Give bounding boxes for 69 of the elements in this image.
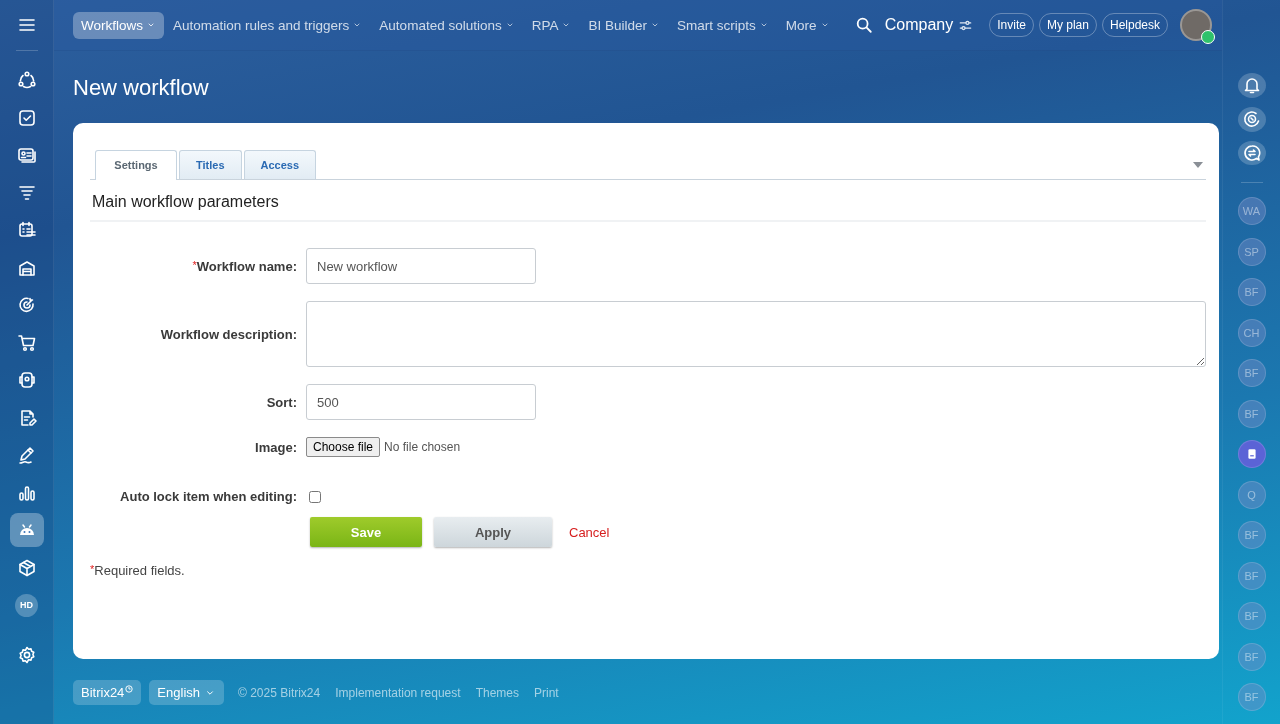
chat-avatar[interactable]: BF [1237, 400, 1266, 428]
language-select[interactable]: English [149, 680, 224, 705]
chat-avatar[interactable]: BF [1237, 521, 1266, 550]
chat-avatar[interactable]: BF [1237, 643, 1266, 671]
chat-avatar[interactable] [1237, 440, 1266, 469]
search-icon[interactable] [854, 16, 873, 34]
target-icon [16, 295, 37, 315]
sidebar-button[interactable]: HD [9, 588, 44, 622]
user-initials-avatar: HD [15, 593, 38, 617]
footer-link[interactable]: Print [534, 685, 559, 700]
cart-icon [16, 332, 37, 353]
nav-tab[interactable]: Automated solutions [371, 11, 523, 39]
nav-tab[interactable]: RPA [523, 11, 580, 39]
footer-link[interactable]: Themes [475, 685, 519, 700]
save-button[interactable]: Save [310, 517, 422, 547]
chat-avatar[interactable]: BF [1237, 683, 1266, 712]
checkbox[interactable] [309, 490, 321, 503]
footer-link[interactable]: Implementation request [335, 685, 461, 700]
play-badge-icon [1201, 30, 1215, 44]
dropdown-arrow-icon[interactable] [1193, 161, 1203, 168]
user-avatar[interactable] [1180, 9, 1212, 41]
checkbox-icon [16, 107, 37, 128]
box-icon [16, 557, 37, 578]
sidebar-button[interactable] [9, 513, 44, 547]
chat-arrows-icon[interactable] [1241, 143, 1262, 164]
cancel-link[interactable]: Cancel [569, 524, 610, 540]
tab[interactable]: Access [243, 150, 317, 179]
required-note: *Required fields. [90, 563, 186, 578]
nav-tab[interactable]: Automation rules and triggers [165, 11, 371, 39]
field-label: *Workflow name: [191, 258, 298, 274]
chat-avatar[interactable]: BF [1237, 562, 1266, 590]
clock-icon [125, 685, 134, 693]
file-status: No file chosen [384, 440, 461, 454]
chat-avatar[interactable]: BF [1237, 602, 1266, 631]
sliders-icon[interactable] [959, 18, 973, 32]
brand-badge[interactable]: Bitrix24 [73, 680, 142, 705]
tab[interactable]: Settings [95, 150, 177, 180]
device-icon [16, 370, 37, 390]
company-name[interactable]: Company [884, 16, 954, 34]
field-label: Sort: [265, 394, 298, 410]
tab[interactable]: Titles [179, 150, 242, 179]
chat-avatar[interactable]: Q [1237, 481, 1266, 509]
field-label: Workflow description: [159, 326, 298, 342]
nav-tab[interactable]: More [777, 11, 838, 39]
apply-button[interactable]: Apply [434, 517, 552, 547]
calendar-list-icon [16, 220, 37, 240]
section-title: Main workflow parameters [90, 180, 1206, 222]
copyright-text: © 2025 Bitrix24 [238, 685, 321, 700]
pen-icon [16, 445, 37, 465]
nav-tab[interactable]: BI Builder [580, 11, 668, 39]
field-label: Auto lock item when editing: [119, 489, 298, 504]
text-field[interactable]: 500 [306, 384, 536, 420]
nav-tab[interactable]: Workflows [73, 11, 164, 39]
spiral-icon[interactable] [1241, 109, 1262, 130]
chat-avatar[interactable]: BF [1237, 278, 1266, 307]
chat-avatar[interactable]: BF [1237, 359, 1266, 388]
settings-icon[interactable] [16, 644, 37, 665]
field-label: Image: [254, 439, 298, 455]
nav-tab[interactable]: Smart scripts [669, 11, 777, 39]
chat-avatar[interactable]: SP [1237, 238, 1266, 266]
contact-book-icon [1245, 448, 1258, 461]
choose-file-button[interactable]: Choose file [306, 437, 381, 457]
contact-card-icon [16, 145, 37, 165]
page-title: New workflow [73, 75, 210, 101]
description-field[interactable] [306, 301, 1206, 367]
chat-avatar[interactable]: WA [1237, 197, 1266, 226]
cycle-icon [16, 70, 37, 90]
chat-avatar[interactable]: CH [1237, 319, 1266, 347]
text-field[interactable]: New workflow [306, 248, 536, 284]
